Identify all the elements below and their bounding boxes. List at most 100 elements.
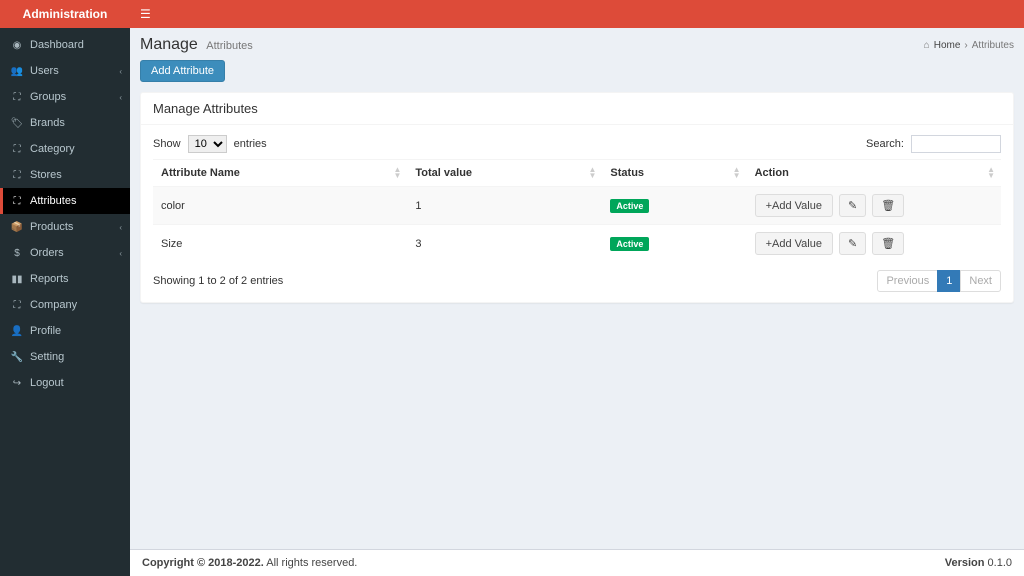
sidebar-item-products[interactable]: 📦 Products ‹ (0, 214, 130, 240)
sidebar-item-logout[interactable]: ↪ Logout (0, 370, 130, 396)
trash-icon: 🗑 (881, 237, 895, 250)
reports-icon: ▮▮ (10, 274, 24, 285)
topbar: ☰ (130, 0, 1024, 28)
add-value-button[interactable]: + Add Value (755, 232, 833, 255)
sidebar-item-label: Stores (30, 169, 62, 181)
sidebar: Administration ◉ Dashboard 👥Users‹⛶Groups‹… (0, 0, 130, 576)
sidebar-item-stores[interactable]: ⛶ Stores (0, 162, 130, 188)
sort-icon: ▲▼ (987, 167, 995, 179)
length-select[interactable]: 10 (188, 135, 227, 153)
sidebar-item-company[interactable]: ⛶Company (0, 292, 130, 318)
brand-logo[interactable]: Administration (0, 0, 130, 28)
sidebar-item-setting[interactable]: 🔧Setting (0, 344, 130, 370)
pagination: Previous 1 Next (878, 270, 1001, 292)
delete-button[interactable]: 🗑 (872, 194, 904, 217)
page-title-text: Manage (140, 36, 198, 53)
search-control: Search: (866, 135, 1001, 153)
sort-icon: ▲▼ (733, 167, 741, 179)
content: Manage Attributes ⌂ Home › Attributes Ad… (130, 28, 1024, 576)
sidebar-item-category[interactable]: ⛶ Category (0, 136, 130, 162)
sidebar-item-label: Dashboard (30, 39, 84, 51)
setting-icon: 🔧 (10, 352, 24, 363)
col-action[interactable]: Action ▲▼ (747, 160, 1001, 187)
edit-button[interactable]: ✎ (839, 232, 866, 255)
pencil-icon: ✎ (848, 237, 857, 250)
length-control: Show 10 entries (153, 135, 267, 153)
sidebar-nav: ◉ Dashboard 👥Users‹⛶Groups‹ 🏷 Brands ⛶ Categor… (0, 28, 130, 396)
status-badge: Active (610, 199, 649, 213)
profile-icon: 👤 (10, 326, 24, 337)
sidebar-item-label: Category (30, 143, 75, 155)
breadcrumb: ⌂ Home › Attributes (924, 40, 1014, 51)
search-label: Search: (866, 138, 904, 150)
pencil-icon: ✎ (848, 199, 857, 212)
sidebar-item-reports[interactable]: ▮▮ Reports (0, 266, 130, 292)
footer-copyright: Copyright © 2018-2022. All rights reserv… (142, 557, 357, 569)
breadcrumb-current: Attributes (972, 40, 1014, 51)
sidebar-item-label: Orders (30, 247, 64, 259)
footer: Copyright © 2018-2022. All rights reserv… (130, 549, 1024, 576)
sidebar-item-label: Profile (30, 325, 61, 337)
sort-icon: ▲▼ (589, 167, 597, 179)
add-attribute-button[interactable]: Add Attribute (140, 60, 225, 82)
trash-icon: 🗑 (881, 199, 895, 212)
orders-icon: $ (10, 248, 24, 259)
datatable-footer: Showing 1 to 2 of 2 entries Previous 1 N… (153, 270, 1001, 292)
sidebar-item-dashboard[interactable]: ◉ Dashboard (0, 32, 130, 58)
sidebar-item-groups[interactable]: ⛶Groups‹ (0, 84, 130, 110)
sidebar-item-label: Logout (30, 377, 64, 389)
dashboard-icon: ◉ (10, 40, 24, 51)
sidebar-item-label: Reports (30, 273, 69, 285)
sidebar-item-orders[interactable]: $Orders‹ (0, 240, 130, 266)
sidebar-item-label: Attributes (30, 195, 76, 207)
col-total-value[interactable]: Total value ▲▼ (407, 160, 602, 187)
brands-icon: 🏷 (10, 118, 24, 129)
sidebar-item-attributes[interactable]: ⛶Attributes (0, 188, 130, 214)
sidebar-item-label: Products (30, 221, 73, 233)
cell-status: Active (602, 225, 746, 263)
stores-icon: ⛶ (10, 170, 24, 181)
sidebar-item-brands[interactable]: 🏷 Brands (0, 110, 130, 136)
table-row: color1 Active + Add Value ✎ 🗑 (153, 187, 1001, 225)
breadcrumb-separator: › (964, 40, 967, 51)
main-column: ☰ Manage Attributes ⌂ Home › Attributes … (130, 0, 1024, 576)
breadcrumb-home[interactable]: Home (934, 40, 961, 51)
groups-icon: ⛶ (10, 92, 24, 103)
page-previous[interactable]: Previous (877, 270, 938, 292)
col-status[interactable]: Status ▲▼ (602, 160, 746, 187)
table-row: Size3 Active + Add Value ✎ 🗑 (153, 225, 1001, 263)
page-subtitle: Attributes (206, 40, 252, 52)
search-input[interactable] (911, 135, 1001, 153)
cell-total: 3 (407, 225, 602, 263)
products-icon: 📦 (10, 222, 24, 233)
show-label-pre: Show (153, 138, 181, 150)
cell-status: Active (602, 187, 746, 225)
col-attribute-name[interactable]: Attribute Name ▲▼ (153, 160, 407, 187)
panel-body: Show 10 entries Search: (141, 125, 1013, 302)
sidebar-item-label: Brands (30, 117, 65, 129)
edit-button[interactable]: ✎ (839, 194, 866, 217)
page-next[interactable]: Next (960, 270, 1001, 292)
sidebar-item-label: Company (30, 299, 77, 311)
panel-title: Manage Attributes (141, 93, 1013, 125)
sidebar-item-profile[interactable]: 👤 Profile (0, 318, 130, 344)
plus-icon: + (766, 200, 772, 212)
add-value-button[interactable]: + Add Value (755, 194, 833, 217)
delete-button[interactable]: 🗑 (872, 232, 904, 255)
cell-total: 1 (407, 187, 602, 225)
menu-toggle-icon[interactable]: ☰ (140, 7, 151, 21)
sidebar-item-users[interactable]: 👥Users‹ (0, 58, 130, 84)
status-badge: Active (610, 237, 649, 251)
cell-name: color (153, 187, 407, 225)
sort-icon: ▲▼ (393, 167, 401, 179)
page-1[interactable]: 1 (937, 270, 961, 292)
users-icon: 👥 (10, 66, 24, 77)
logout-icon: ↪ (10, 378, 24, 389)
panel: Manage Attributes Show 10 entries Search… (140, 92, 1014, 303)
category-icon: ⛶ (10, 144, 24, 155)
show-label-post: entries (234, 138, 267, 150)
cell-action: + Add Value ✎ 🗑 (747, 187, 1001, 225)
chevron-left-icon: ‹ (119, 223, 122, 232)
footer-version: Version 0.1.0 (945, 557, 1012, 569)
cell-name: Size (153, 225, 407, 263)
